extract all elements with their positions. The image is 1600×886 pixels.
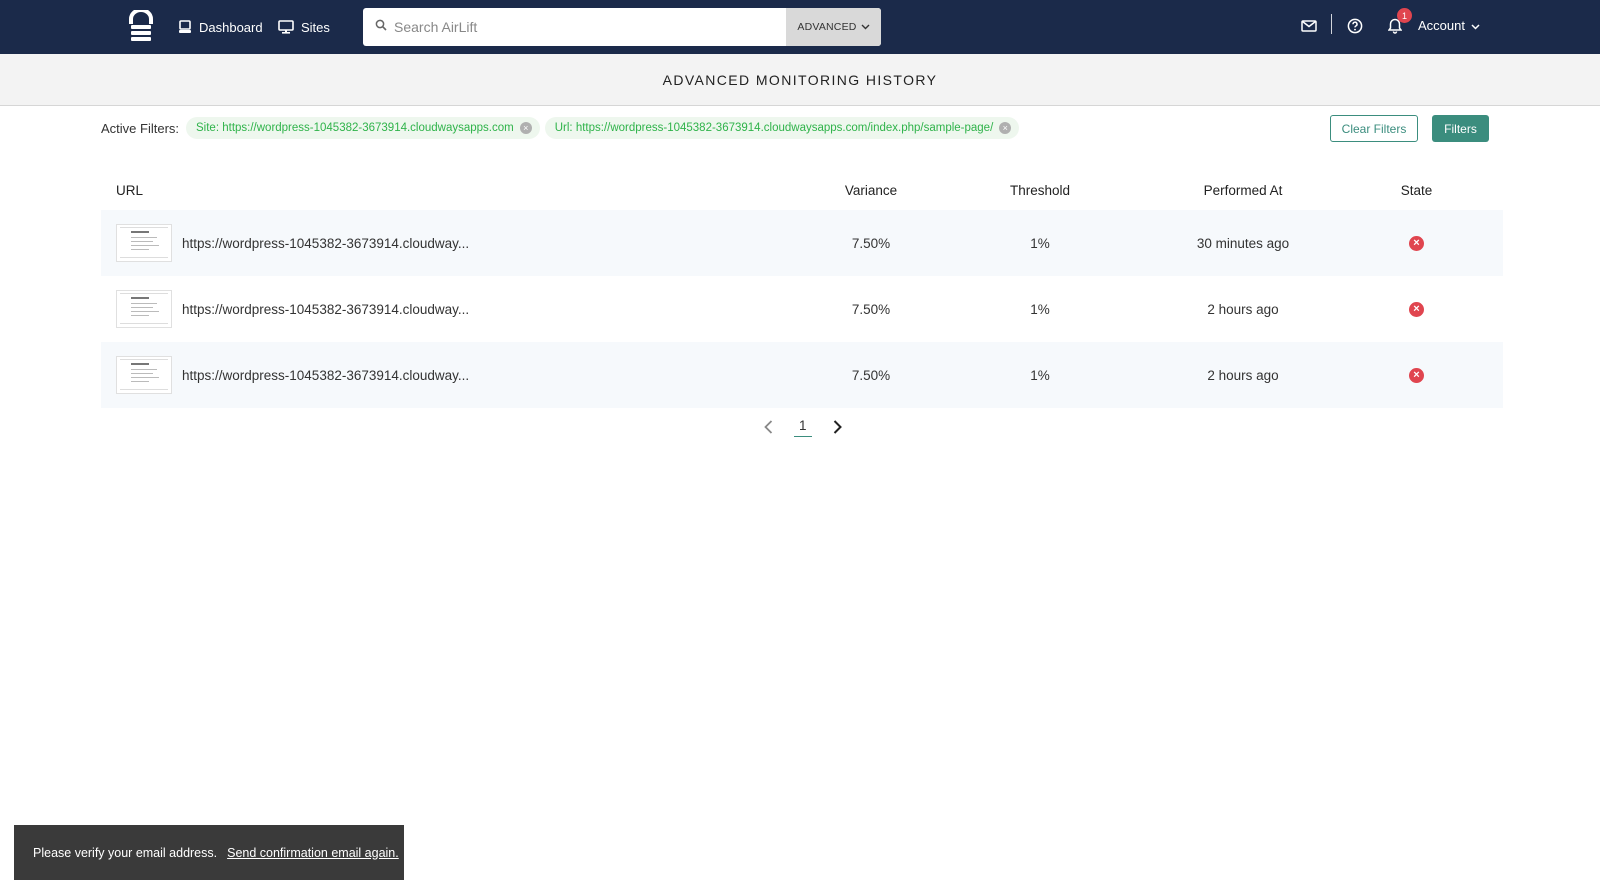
active-filters: Active Filters: Site: https://wordpress-… [101, 114, 1020, 142]
filters-button[interactable]: Filters [1432, 115, 1489, 142]
search-bar: ADVANCED [363, 8, 881, 46]
search-field [363, 8, 786, 46]
failed-state-icon: × [1409, 235, 1424, 251]
search-input[interactable] [394, 19, 754, 35]
table-row[interactable]: https://wordpress-1045382-3673914.cloudw… [101, 276, 1503, 342]
failed-state-icon: × [1409, 367, 1424, 383]
table-row[interactable]: https://wordpress-1045382-3673914.cloudw… [101, 342, 1503, 408]
advanced-search-button[interactable]: ADVANCED [786, 8, 881, 46]
account-label: Account [1418, 17, 1465, 33]
mail-icon[interactable] [1295, 12, 1323, 40]
filter-chip-site: Site: https://wordpress-1045382-3673914.… [186, 117, 540, 139]
page-header: ADVANCED MONITORING HISTORY [0, 54, 1600, 106]
page-title: ADVANCED MONITORING HISTORY [662, 71, 938, 88]
row-performed-at: 2 hours ago [1207, 367, 1279, 383]
page-screenshot-thumbnail[interactable] [116, 356, 172, 394]
failed-state-icon: × [1409, 301, 1424, 317]
filter-chip-text: Site: https://wordpress-1045382-3673914.… [196, 122, 514, 134]
page-number[interactable]: 1 [794, 418, 812, 437]
chevron-down-icon [1471, 18, 1480, 33]
row-threshold: 1% [1030, 235, 1050, 251]
active-filters-label: Active Filters: [101, 120, 180, 136]
filter-chip-url: Url: https://wordpress-1045382-3673914.c… [544, 117, 1020, 139]
top-navbar: Dashboard Sites ADVANCED [0, 0, 1600, 54]
account-menu[interactable]: Account [1418, 0, 1480, 50]
table-header: URL Variance Threshold Performed At Stat… [101, 170, 1503, 210]
dashboard-icon [178, 20, 192, 34]
nav-sites-link[interactable]: Sites [278, 0, 330, 54]
toast-message: Please verify your email address. [33, 845, 218, 860]
monitor-icon [278, 20, 294, 34]
remove-filter-icon[interactable]: × [519, 122, 532, 134]
verify-email-toast: Please verify your email address. Send c… [14, 825, 404, 880]
row-url[interactable]: https://wordpress-1045382-3673914.cloudw… [182, 368, 469, 383]
row-variance: 7.50% [851, 235, 891, 251]
notification-badge: 1 [1397, 8, 1412, 23]
resend-confirmation-link[interactable]: Send confirmation email again. [227, 846, 399, 860]
advanced-search-label: ADVANCED [797, 21, 857, 33]
row-threshold: 1% [1030, 301, 1050, 317]
nav-dashboard-label: Dashboard [199, 19, 263, 35]
nav-sites-label: Sites [301, 19, 330, 35]
page-screenshot-thumbnail[interactable] [116, 224, 172, 262]
table-row[interactable]: https://wordpress-1045382-3673914.cloudw… [101, 210, 1503, 276]
row-variance: 7.50% [851, 301, 891, 317]
column-header-performed-at: Performed At [1203, 182, 1283, 198]
filter-chip-text: Url: https://wordpress-1045382-3673914.c… [554, 122, 994, 134]
column-header-state: State [1400, 182, 1433, 198]
chevron-right-icon[interactable] [830, 417, 846, 437]
navbar-divider [1331, 14, 1332, 34]
chevron-left-icon[interactable] [760, 417, 776, 437]
row-threshold: 1% [1030, 367, 1050, 383]
row-url[interactable]: https://wordpress-1045382-3673914.cloudw… [182, 236, 469, 251]
search-icon [375, 18, 387, 36]
remove-filter-icon[interactable]: × [999, 122, 1012, 134]
row-performed-at: 30 minutes ago [1196, 235, 1290, 251]
column-header-url: URL [116, 182, 144, 198]
page-screenshot-thumbnail[interactable] [116, 290, 172, 328]
nav-dashboard-link[interactable]: Dashboard [178, 0, 263, 54]
clear-filters-button[interactable]: Clear Filters [1330, 115, 1418, 142]
help-icon[interactable] [1341, 12, 1369, 40]
monitoring-history-table: URL Variance Threshold Performed At Stat… [101, 170, 1503, 408]
pagination: 1 [760, 414, 846, 440]
column-header-threshold: Threshold [1009, 182, 1071, 198]
chevron-down-icon [861, 21, 870, 33]
row-performed-at: 2 hours ago [1207, 301, 1279, 317]
row-variance: 7.50% [851, 367, 891, 383]
row-url[interactable]: https://wordpress-1045382-3673914.cloudw… [182, 302, 469, 317]
airlift-logo-icon[interactable] [126, 8, 156, 44]
column-header-variance: Variance [844, 182, 898, 198]
